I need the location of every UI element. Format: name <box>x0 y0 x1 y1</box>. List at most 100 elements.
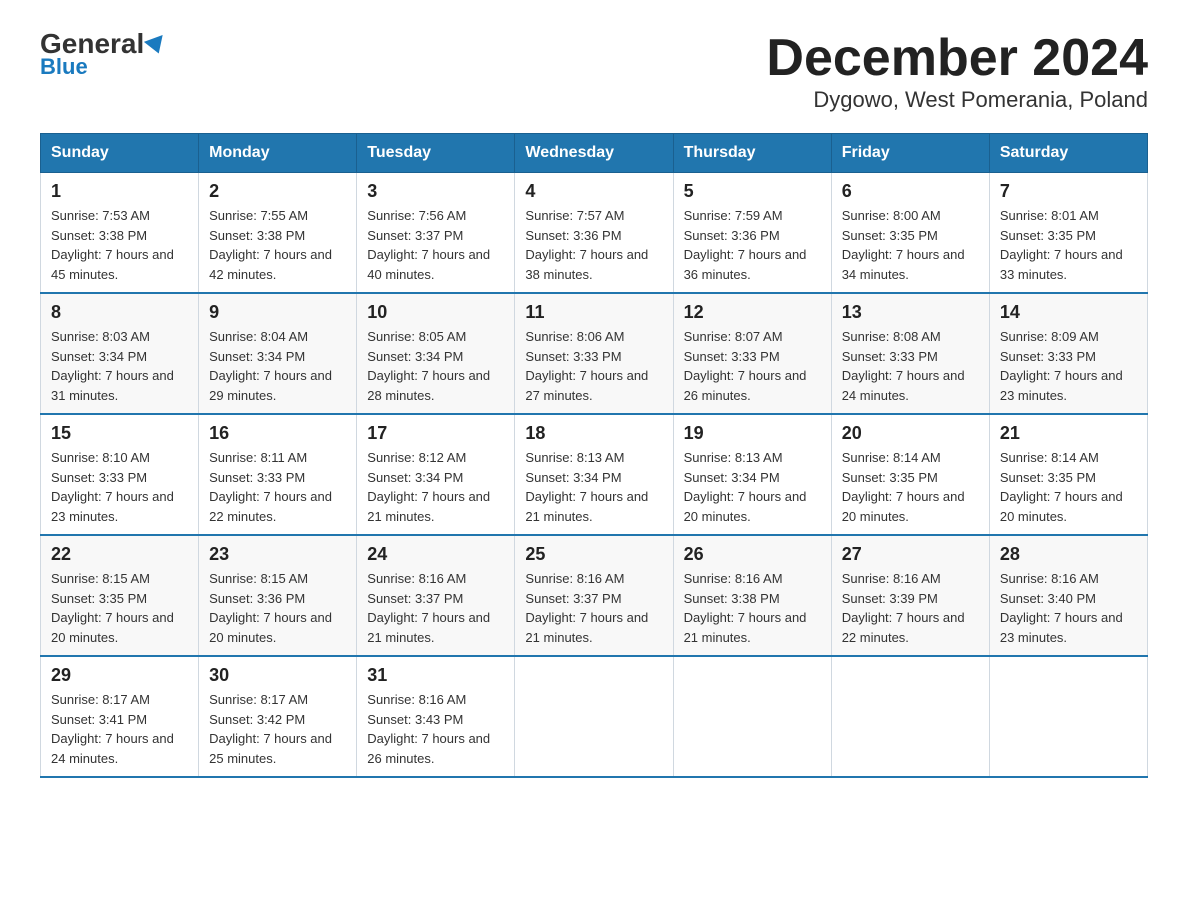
calendar-cell <box>673 656 831 777</box>
calendar-cell: 9Sunrise: 8:04 AMSunset: 3:34 PMDaylight… <box>199 293 357 414</box>
logo-triangle-icon <box>144 35 168 57</box>
calendar-cell: 10 Sunrise: 8:05 AMSunset: 3:34 PMDayligh… <box>357 293 515 414</box>
page-header: General Blue December 2024 Dygowo, West … <box>40 30 1148 113</box>
col-monday: Monday <box>199 134 357 173</box>
day-info: Sunrise: 8:00 AMSunset: 3:35 PMDaylight:… <box>842 206 979 284</box>
day-number: 7 <box>1000 181 1137 202</box>
day-number: 4 <box>525 181 662 202</box>
calendar-cell: 19Sunrise: 8:13 AMSunset: 3:34 PMDayligh… <box>673 414 831 535</box>
calendar-week-row: 29Sunrise: 8:17 AMSunset: 3:41 PMDayligh… <box>41 656 1148 777</box>
calendar-cell: 5 Sunrise: 7:59 AMSunset: 3:36 PMDaylight… <box>673 173 831 294</box>
day-info: Sunrise: 8:12 AMSunset: 3:34 PMDaylight:… <box>367 448 504 526</box>
calendar-cell: 15 Sunrise: 8:10 AMSunset: 3:33 PMDayligh… <box>41 414 199 535</box>
calendar-cell <box>989 656 1147 777</box>
day-info: Sunrise: 8:14 AMSunset: 3:35 PMDaylight:… <box>842 448 979 526</box>
day-info: Sunrise: 8:14 AMSunset: 3:35 PMDaylight:… <box>1000 448 1137 526</box>
day-number: 1 <box>51 181 188 202</box>
day-number: 2 <box>209 181 346 202</box>
day-number: 24 <box>367 544 504 565</box>
day-number: 8 <box>51 302 188 323</box>
day-number: 14 <box>1000 302 1137 323</box>
calendar-cell: 12 Sunrise: 8:07 AMSunset: 3:33 PMDayligh… <box>673 293 831 414</box>
calendar-week-row: 22Sunrise: 8:15 AMSunset: 3:35 PMDayligh… <box>41 535 1148 656</box>
logo: General Blue <box>40 30 166 80</box>
calendar-cell: 13 Sunrise: 8:08 AMSunset: 3:33 PMDayligh… <box>831 293 989 414</box>
calendar-subtitle: Dygowo, West Pomerania, Poland <box>766 87 1148 113</box>
header-row: Sunday Monday Tuesday Wednesday Thursday… <box>41 134 1148 173</box>
calendar-cell: 4 Sunrise: 7:57 AMSunset: 3:36 PMDaylight… <box>515 173 673 294</box>
calendar-cell: 18 Sunrise: 8:13 AMSunset: 3:34 PMDayligh… <box>515 414 673 535</box>
calendar-cell: 28 Sunrise: 8:16 AMSunset: 3:40 PMDayligh… <box>989 535 1147 656</box>
col-friday: Friday <box>831 134 989 173</box>
day-number: 17 <box>367 423 504 444</box>
calendar-cell <box>831 656 989 777</box>
day-number: 28 <box>1000 544 1137 565</box>
calendar-cell: 26Sunrise: 8:16 AMSunset: 3:38 PMDayligh… <box>673 535 831 656</box>
day-info: Sunrise: 8:17 AMSunset: 3:41 PMDaylight:… <box>51 690 188 768</box>
day-number: 21 <box>1000 423 1137 444</box>
calendar-cell: 22Sunrise: 8:15 AMSunset: 3:35 PMDayligh… <box>41 535 199 656</box>
calendar-cell: 7Sunrise: 8:01 AMSunset: 3:35 PMDaylight… <box>989 173 1147 294</box>
calendar-cell: 31 Sunrise: 8:16 AMSunset: 3:43 PMDayligh… <box>357 656 515 777</box>
col-sunday: Sunday <box>41 134 199 173</box>
day-number: 9 <box>209 302 346 323</box>
title-block: December 2024 Dygowo, West Pomerania, Po… <box>766 30 1148 113</box>
calendar-cell: 30 Sunrise: 8:17 AMSunset: 3:42 PMDayligh… <box>199 656 357 777</box>
col-saturday: Saturday <box>989 134 1147 173</box>
calendar-cell: 21 Sunrise: 8:14 AMSunset: 3:35 PMDayligh… <box>989 414 1147 535</box>
day-number: 20 <box>842 423 979 444</box>
day-number: 10 <box>367 302 504 323</box>
day-number: 26 <box>684 544 821 565</box>
day-number: 18 <box>525 423 662 444</box>
calendar-cell: 29Sunrise: 8:17 AMSunset: 3:41 PMDayligh… <box>41 656 199 777</box>
day-info: Sunrise: 7:59 AMSunset: 3:36 PMDaylight:… <box>684 206 821 284</box>
col-thursday: Thursday <box>673 134 831 173</box>
day-number: 6 <box>842 181 979 202</box>
day-info: Sunrise: 8:16 AMSunset: 3:37 PMDaylight:… <box>525 569 662 647</box>
day-number: 15 <box>51 423 188 444</box>
calendar-cell: 11 Sunrise: 8:06 AMSunset: 3:33 PMDayligh… <box>515 293 673 414</box>
day-info: Sunrise: 8:11 AMSunset: 3:33 PMDaylight:… <box>209 448 346 526</box>
day-info: Sunrise: 8:16 AMSunset: 3:40 PMDaylight:… <box>1000 569 1137 647</box>
calendar-table: Sunday Monday Tuesday Wednesday Thursday… <box>40 133 1148 778</box>
calendar-week-row: 1Sunrise: 7:53 AMSunset: 3:38 PMDaylight… <box>41 173 1148 294</box>
day-info: Sunrise: 7:56 AMSunset: 3:37 PMDaylight:… <box>367 206 504 284</box>
col-tuesday: Tuesday <box>357 134 515 173</box>
day-number: 27 <box>842 544 979 565</box>
day-number: 23 <box>209 544 346 565</box>
calendar-week-row: 15 Sunrise: 8:10 AMSunset: 3:33 PMDayligh… <box>41 414 1148 535</box>
calendar-cell: 2 Sunrise: 7:55 AMSunset: 3:38 PMDaylight… <box>199 173 357 294</box>
day-info: Sunrise: 8:16 AMSunset: 3:39 PMDaylight:… <box>842 569 979 647</box>
day-info: Sunrise: 7:55 AMSunset: 3:38 PMDaylight:… <box>209 206 346 284</box>
calendar-title: December 2024 <box>766 30 1148 87</box>
day-info: Sunrise: 8:09 AMSunset: 3:33 PMDaylight:… <box>1000 327 1137 405</box>
calendar-cell: 1Sunrise: 7:53 AMSunset: 3:38 PMDaylight… <box>41 173 199 294</box>
day-info: Sunrise: 8:17 AMSunset: 3:42 PMDaylight:… <box>209 690 346 768</box>
day-info: Sunrise: 7:57 AMSunset: 3:36 PMDaylight:… <box>525 206 662 284</box>
day-number: 31 <box>367 665 504 686</box>
day-number: 25 <box>525 544 662 565</box>
day-info: Sunrise: 8:16 AMSunset: 3:37 PMDaylight:… <box>367 569 504 647</box>
day-info: Sunrise: 8:05 AMSunset: 3:34 PMDaylight:… <box>367 327 504 405</box>
day-number: 5 <box>684 181 821 202</box>
calendar-cell: 23Sunrise: 8:15 AMSunset: 3:36 PMDayligh… <box>199 535 357 656</box>
day-info: Sunrise: 8:07 AMSunset: 3:33 PMDaylight:… <box>684 327 821 405</box>
calendar-cell: 16Sunrise: 8:11 AMSunset: 3:33 PMDayligh… <box>199 414 357 535</box>
day-number: 12 <box>684 302 821 323</box>
calendar-cell: 6 Sunrise: 8:00 AMSunset: 3:35 PMDaylight… <box>831 173 989 294</box>
day-info: Sunrise: 8:06 AMSunset: 3:33 PMDaylight:… <box>525 327 662 405</box>
logo-blue-text: Blue <box>40 54 88 80</box>
day-info: Sunrise: 8:08 AMSunset: 3:33 PMDaylight:… <box>842 327 979 405</box>
day-info: Sunrise: 8:15 AMSunset: 3:35 PMDaylight:… <box>51 569 188 647</box>
day-info: Sunrise: 8:16 AMSunset: 3:43 PMDaylight:… <box>367 690 504 768</box>
day-number: 13 <box>842 302 979 323</box>
day-number: 11 <box>525 302 662 323</box>
day-info: Sunrise: 8:03 AMSunset: 3:34 PMDaylight:… <box>51 327 188 405</box>
day-info: Sunrise: 8:13 AMSunset: 3:34 PMDaylight:… <box>525 448 662 526</box>
day-info: Sunrise: 8:10 AMSunset: 3:33 PMDaylight:… <box>51 448 188 526</box>
calendar-cell: 25 Sunrise: 8:16 AMSunset: 3:37 PMDayligh… <box>515 535 673 656</box>
calendar-header: Sunday Monday Tuesday Wednesday Thursday… <box>41 134 1148 173</box>
day-number: 30 <box>209 665 346 686</box>
calendar-cell: 27 Sunrise: 8:16 AMSunset: 3:39 PMDayligh… <box>831 535 989 656</box>
calendar-cell: 24 Sunrise: 8:16 AMSunset: 3:37 PMDayligh… <box>357 535 515 656</box>
